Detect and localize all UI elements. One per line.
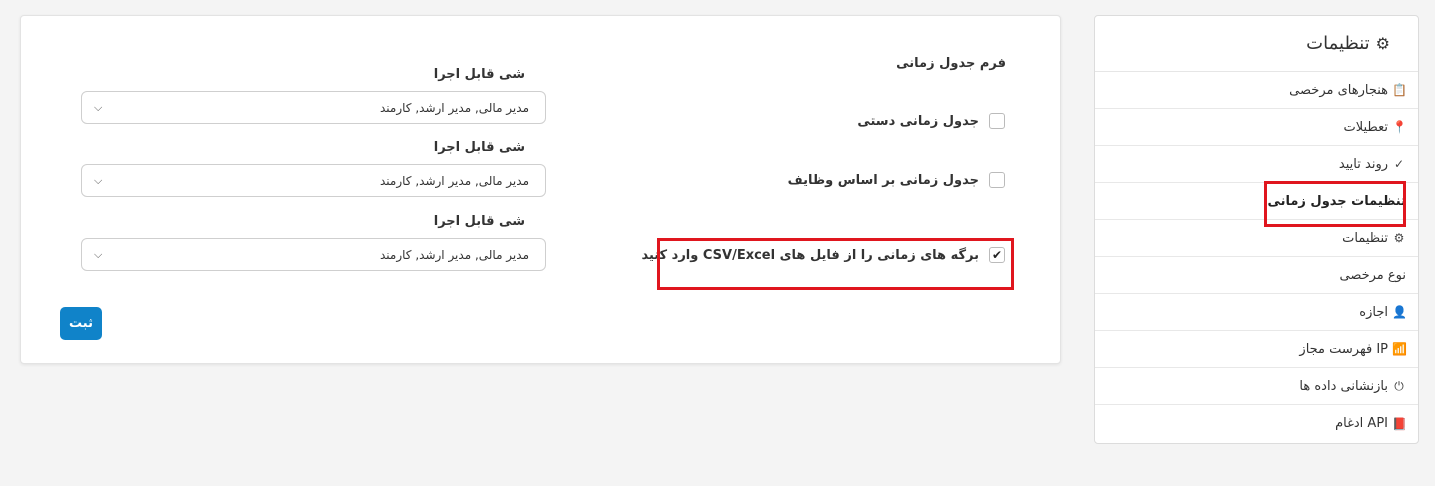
sidebar-item-5[interactable]: نوع مرخصی xyxy=(1095,257,1418,294)
pin-icon: 📍 xyxy=(1392,120,1407,134)
submit-button[interactable]: ثبت xyxy=(60,307,102,340)
sidebar-item-label: اجازه xyxy=(1359,304,1388,320)
sidebar-item-label: فهرست مجاز IP xyxy=(1299,341,1388,357)
chevron-down-icon: ⌵ xyxy=(94,100,103,114)
sidebar-item-1[interactable]: تعطیلات 📍 xyxy=(1095,109,1418,146)
user-icon: 👤 xyxy=(1392,305,1407,319)
sidebar-item-6[interactable]: اجازه 👤 xyxy=(1095,294,1418,331)
sidebar-menu: هنجارهای مرخصی 📋 تعطیلات 📍 روند تایید ✓ تنظیما… xyxy=(1095,72,1418,442)
sidebar-item-9[interactable]: ادغام API 📕 xyxy=(1095,405,1418,442)
task-based-timesheet-label: جدول زمانی بر اساس وظایف xyxy=(787,172,979,188)
sidebar-item-2[interactable]: روند تایید ✓ xyxy=(1095,146,1418,183)
csv-import-checkbox[interactable]: ✔ xyxy=(989,247,1005,263)
gear-icon: ⚙ xyxy=(1393,231,1405,245)
sidebar-item-label: تعطیلات xyxy=(1343,119,1388,135)
chevron-down-icon: ⌵ xyxy=(94,173,103,187)
task-based-timesheet-option[interactable]: جدول زمانی بر اساس وظایف xyxy=(788,172,1005,188)
sidebar-item-0[interactable]: هنجارهای مرخصی 📋 xyxy=(1095,72,1418,109)
select-value: مدیر مالی, مدیر ارشد, کارمند xyxy=(380,247,529,262)
sidebar-item-8[interactable]: بازنشانی داده ها ⏻ xyxy=(1095,368,1418,405)
applicable-object-select[interactable]: ⌵ مدیر مالی, مدیر ارشد, کارمند xyxy=(81,238,546,271)
book-icon: 📕 xyxy=(1392,416,1407,431)
select-value: مدیر مالی, مدیر ارشد, کارمند xyxy=(380,100,529,115)
chevron-down-icon: ⌵ xyxy=(94,247,103,261)
settings-sidebar: تنظیمات ⚙ هنجارهای مرخصی 📋 تعطیلات 📍 روند تا… xyxy=(1094,15,1419,444)
power-icon: ⏻ xyxy=(1394,378,1404,393)
select-value: مدیر مالی, مدیر ارشد, کارمند xyxy=(380,173,529,188)
sidebar-item-3[interactable]: تنظیمات جدول زمانی xyxy=(1095,183,1418,220)
sidebar-item-4[interactable]: تنظیمات ⚙ xyxy=(1095,220,1418,257)
applicable-object-select[interactable]: ⌵ مدیر مالی, مدیر ارشد, کارمند xyxy=(81,164,546,197)
sidebar-item-label: نوع مرخصی xyxy=(1339,267,1406,283)
sidebar-item-7[interactable]: فهرست مجاز IP 📶 xyxy=(1095,331,1418,368)
csv-import-option[interactable]: ✔ برگه های زمانی را از فایل های CSV/Exce… xyxy=(641,247,1005,263)
manual-timesheet-checkbox[interactable] xyxy=(989,113,1005,129)
sidebar-item-label: تنظیمات xyxy=(1342,230,1388,246)
task-based-timesheet-checkbox[interactable] xyxy=(989,172,1005,188)
applicable-object-select[interactable]: ⌵ مدیر مالی, مدیر ارشد, کارمند xyxy=(81,91,546,124)
sidebar-item-label: هنجارهای مرخصی xyxy=(1289,82,1388,98)
timesheet-form-card: فرم جدول زمانی جدول زمانی دستی شی قابل ا… xyxy=(20,15,1061,364)
applicable-object-label: شی قابل اجرا xyxy=(433,67,525,82)
sidebar-header: تنظیمات ⚙ xyxy=(1095,16,1418,72)
sidebar-item-label: تنظیمات جدول زمانی xyxy=(1267,193,1406,209)
wifi-icon: 📶 xyxy=(1392,342,1407,356)
manual-timesheet-label: جدول زمانی دستی xyxy=(857,113,979,129)
gears-icon: ⚙ xyxy=(1375,34,1390,53)
clipboard-icon: 📋 xyxy=(1392,83,1407,97)
check-icon: ✓ xyxy=(1393,157,1405,171)
sidebar-item-label: روند تایید xyxy=(1338,156,1388,172)
applicable-object-label: شی قابل اجرا xyxy=(433,140,525,155)
sidebar-item-label: ادغام API xyxy=(1335,416,1388,431)
csv-import-label: برگه های زمانی را از فایل های CSV/Excel … xyxy=(641,247,979,263)
manual-timesheet-option[interactable]: جدول زمانی دستی xyxy=(857,113,1005,129)
form-title: فرم جدول زمانی xyxy=(896,56,1006,71)
sidebar-title: تنظیمات xyxy=(1306,33,1370,54)
applicable-object-label: شی قابل اجرا xyxy=(433,214,525,229)
sidebar-item-label: بازنشانی داده ها xyxy=(1299,378,1388,394)
